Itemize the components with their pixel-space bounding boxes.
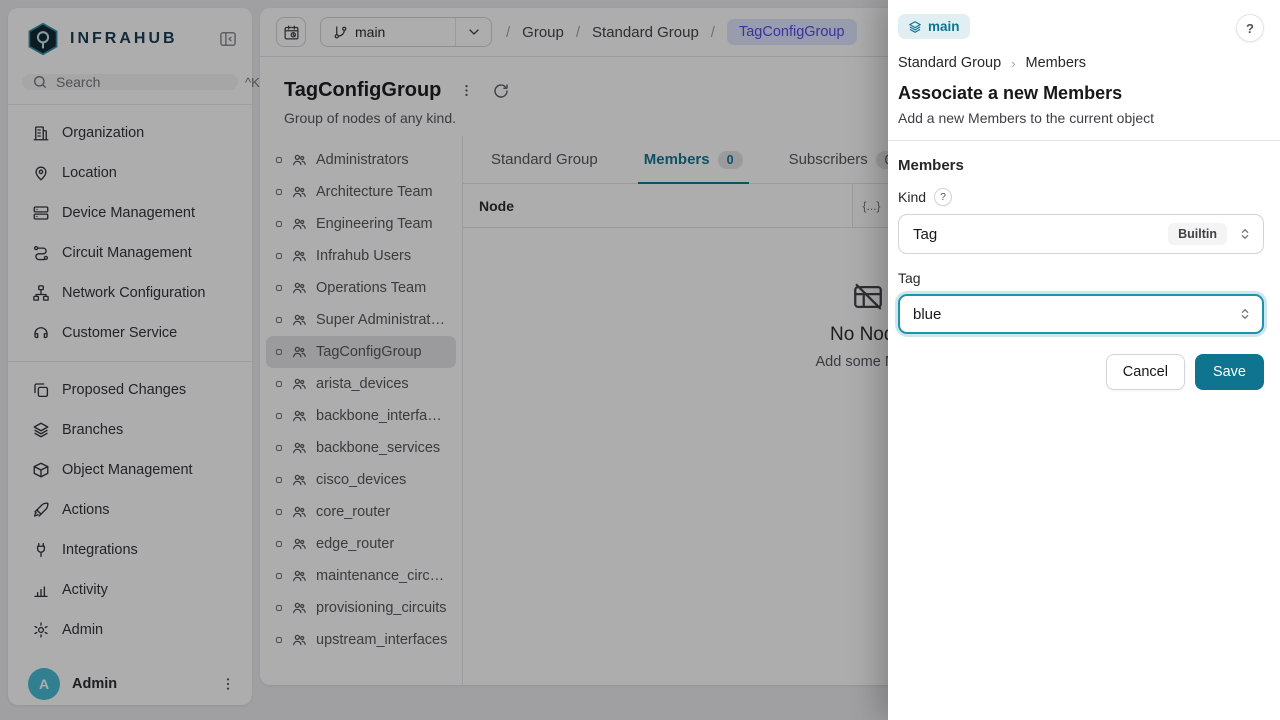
modal-overlay[interactable]: [0, 0, 888, 720]
drawer-breadcrumb-separator: ›: [1011, 56, 1015, 71]
chevron-up-down-icon: [1237, 306, 1253, 322]
drawer-title: Associate a new Members: [898, 83, 1264, 104]
help-button[interactable]: ?: [1236, 14, 1264, 42]
branch-badge: main: [898, 14, 970, 39]
form-section-label: Members: [898, 157, 1264, 174]
kind-select[interactable]: Tag Builtin: [898, 214, 1264, 254]
kind-field-label: Kind: [898, 189, 926, 205]
drawer-breadcrumb-item: Standard Group: [898, 55, 1001, 71]
drawer-breadcrumb: Standard Group › Members: [898, 55, 1264, 71]
cancel-button[interactable]: Cancel: [1106, 354, 1185, 390]
layers-icon: [908, 20, 922, 34]
tag-select-value: blue: [913, 306, 1227, 323]
drawer-subtitle: Add a new Members to the current object: [898, 110, 1264, 126]
tag-field-label: Tag: [898, 270, 921, 286]
save-button[interactable]: Save: [1195, 354, 1264, 390]
infrahub-app: INFRAHUB ^K Organization Location Device…: [0, 0, 1280, 720]
associate-members-drawer: main ? Standard Group › Members Associat…: [888, 0, 1280, 720]
drawer-breadcrumb-item: Members: [1026, 55, 1086, 71]
kind-select-value: Tag: [913, 226, 1158, 243]
tag-select[interactable]: blue: [898, 294, 1264, 334]
drawer-actions: Cancel Save: [898, 354, 1264, 390]
drawer-form: Members Kind ? Tag Builtin Tag blue Canc…: [888, 141, 1280, 390]
drawer-header: main ? Standard Group › Members Associat…: [888, 0, 1280, 140]
branch-badge-label: main: [928, 19, 960, 34]
kind-help-icon[interactable]: ?: [934, 188, 952, 206]
chevron-up-down-icon: [1237, 226, 1253, 242]
kind-namespace-badge: Builtin: [1168, 223, 1227, 245]
